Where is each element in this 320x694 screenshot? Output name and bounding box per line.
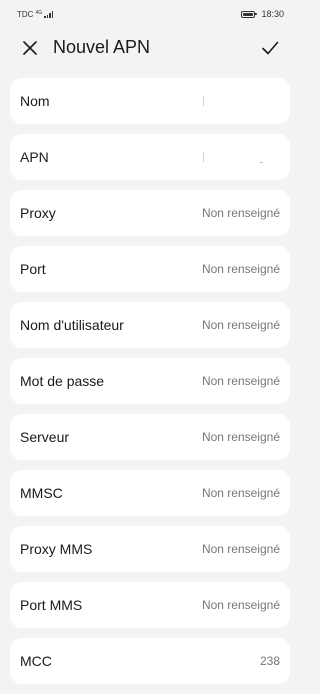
underline-mark <box>260 162 263 163</box>
check-icon <box>262 41 279 55</box>
signal-icon <box>44 11 54 18</box>
clock: 18:30 <box>261 9 284 19</box>
field-nom[interactable]: Nom <box>10 78 290 124</box>
field-value: Non renseigné <box>201 318 280 332</box>
field-label: APN <box>20 149 49 165</box>
field-label: Nom d'utilisateur <box>20 317 124 333</box>
field-label: MCC <box>20 653 52 669</box>
field-mms-proxy[interactable]: Proxy MMS Non renseigné <box>10 526 290 572</box>
field-label: Proxy MMS <box>20 541 93 557</box>
text-cursor <box>203 96 204 106</box>
field-value: 238 <box>259 654 280 668</box>
field-apn[interactable]: APN <box>10 134 290 180</box>
field-mmsc[interactable]: MMSC Non renseigné <box>10 470 290 516</box>
field-value: Non renseigné <box>201 430 280 444</box>
field-value: Non renseigné <box>201 206 280 220</box>
field-label: Mot de passe <box>20 373 105 389</box>
field-mms-port[interactable]: Port MMS Non renseigné <box>10 582 290 628</box>
field-port[interactable]: Port Non renseigné <box>10 246 290 292</box>
field-label: Serveur <box>20 429 70 445</box>
field-server[interactable]: Serveur Non renseigné <box>10 414 290 460</box>
status-right: 18:30 <box>241 9 284 19</box>
field-password[interactable]: Mot de passe Non renseigné <box>10 358 290 404</box>
field-proxy[interactable]: Proxy Non renseigné <box>10 190 290 236</box>
battery-icon <box>241 10 258 18</box>
field-label: Proxy <box>20 205 56 221</box>
status-bar: TDC 4G 18:30 <box>0 0 300 30</box>
field-label: Port <box>20 261 46 277</box>
text-cursor <box>203 152 204 162</box>
carrier-name: TDC <box>17 10 34 19</box>
field-value: Non renseigné <box>201 374 280 388</box>
field-label: Nom <box>20 93 50 109</box>
close-button[interactable] <box>20 38 40 58</box>
carrier-indicator: TDC 4G <box>17 9 54 19</box>
confirm-button[interactable] <box>260 38 280 58</box>
field-username[interactable]: Nom d'utilisateur Non renseigné <box>10 302 290 348</box>
field-value: Non renseigné <box>201 598 280 612</box>
field-mcc[interactable]: MCC 238 <box>10 638 290 684</box>
apn-settings-list: Nom APN Proxy Non renseigné Port Non ren… <box>10 78 290 694</box>
data-indicator: 4G <box>35 9 43 16</box>
field-value: Non renseigné <box>201 486 280 500</box>
title-bar: Nouvel APN <box>0 30 300 68</box>
close-icon <box>23 41 37 55</box>
field-value: Non renseigné <box>201 542 280 556</box>
field-label: MMSC <box>20 485 63 501</box>
page-title: Nouvel APN <box>53 37 151 57</box>
field-value: Non renseigné <box>201 262 280 276</box>
field-label: Port MMS <box>20 597 83 613</box>
